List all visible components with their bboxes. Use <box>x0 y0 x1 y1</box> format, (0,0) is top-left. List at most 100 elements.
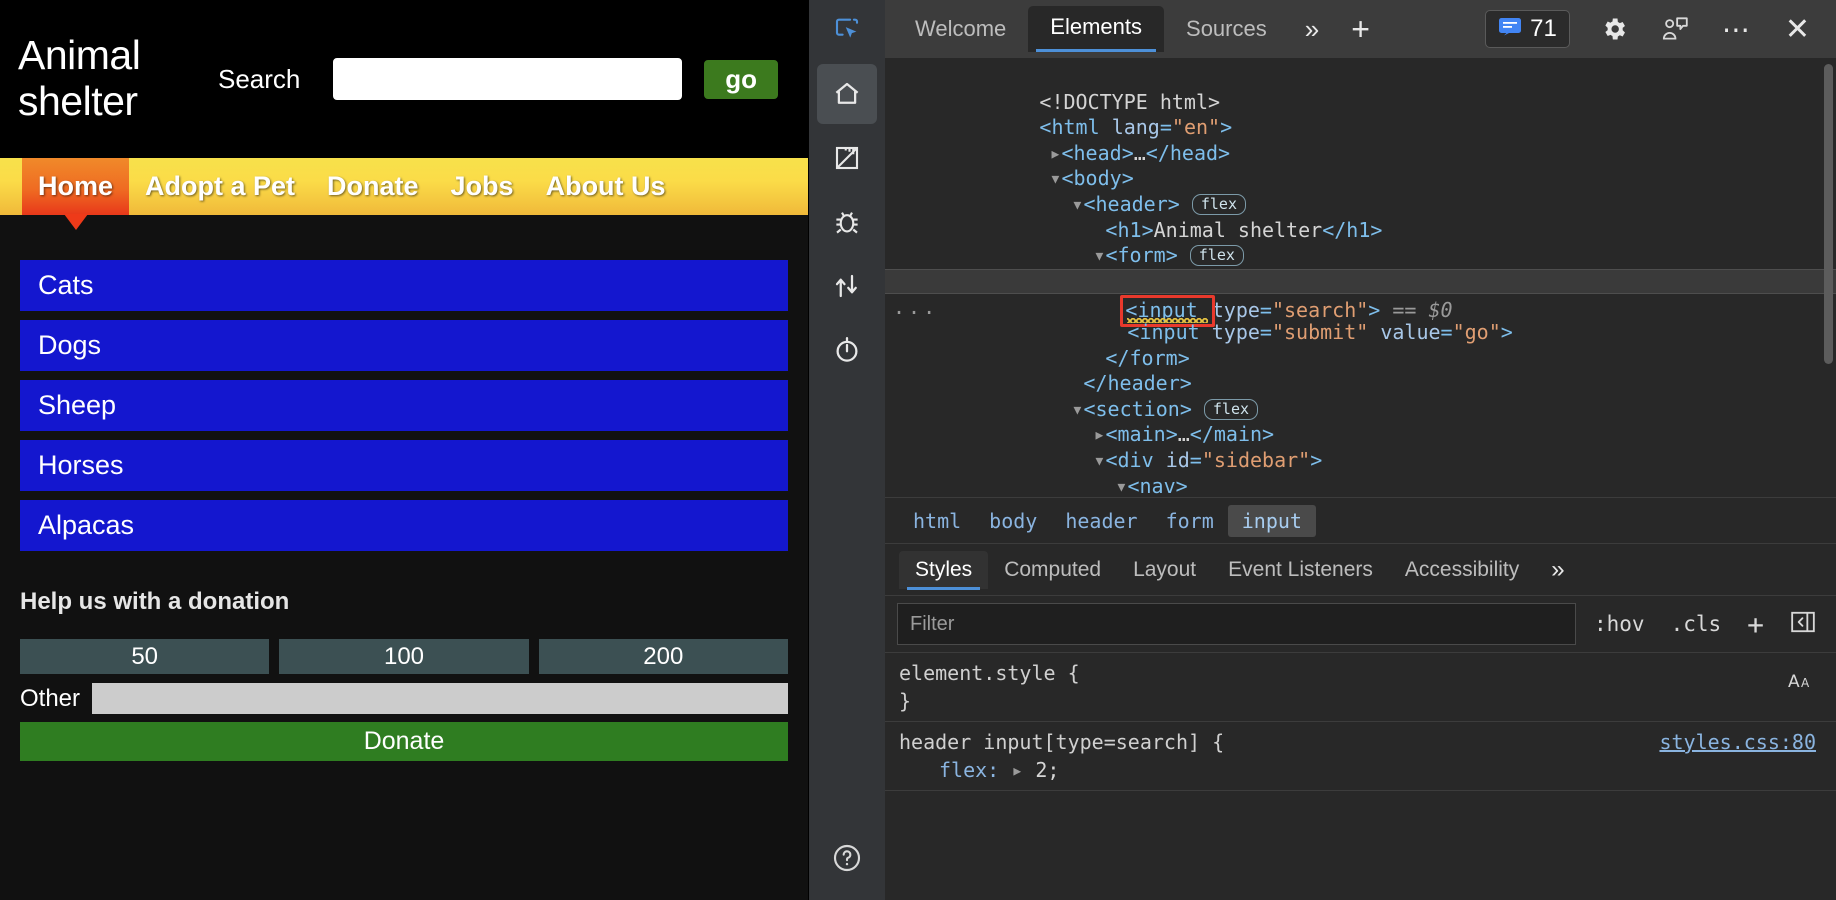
dom-line-selected[interactable]: ...<input type="search"> == $0 <box>885 269 1836 295</box>
panel-collapse-icon[interactable] <box>1782 606 1824 643</box>
css-source-link[interactable]: styles.css:80 <box>1659 728 1816 756</box>
search-label: Search <box>218 64 300 95</box>
dom-line[interactable]: <input type="submit" value="go"> <box>885 294 1836 320</box>
css-property-value[interactable]: 2; <box>1035 758 1059 782</box>
dom-line[interactable]: ▾<header> flex <box>885 166 1836 192</box>
dom-line[interactable]: ▸<ul>…</ul> <box>885 474 1836 499</box>
dom-line[interactable]: ▾<body> <box>885 141 1836 167</box>
devtools-toolbar-right: 71 ⋯ ✕ <box>1485 8 1836 51</box>
styles-pane-tab-strip: Styles Computed Layout Event Listeners A… <box>885 544 1836 596</box>
donation-amount-100[interactable]: 100 <box>279 639 528 674</box>
donation-amount-row: 50 100 200 <box>20 639 788 674</box>
tab-computed[interactable]: Computed <box>988 551 1117 589</box>
sidebar-item-dogs[interactable]: Dogs <box>20 320 788 371</box>
expand-arrow-icon[interactable]: ▸ <box>1011 758 1023 782</box>
sidebar-item-cats[interactable]: Cats <box>20 260 788 311</box>
more-vertical-icon[interactable]: ⋯ <box>1706 9 1769 50</box>
donate-button[interactable]: Donate <box>20 722 788 761</box>
devtools-toolbar: Welcome Elements Sources » + 71 <box>809 0 1836 58</box>
nav-item-about-us[interactable]: About Us <box>530 158 682 215</box>
donation-other-row: Other <box>20 683 788 714</box>
devtools-inspect-bar <box>809 0 885 58</box>
css-rule-header-input-search[interactable]: header input[type=search] { flex: ▸ 2; s… <box>885 722 1836 791</box>
tab-sources[interactable]: Sources <box>1164 8 1289 50</box>
svg-text:A: A <box>1788 672 1800 692</box>
new-style-rule-button[interactable]: + <box>1739 604 1772 645</box>
donation-heading: Help us with a donation <box>20 588 788 616</box>
css-rule-element-style[interactable]: element.style { } A A <box>885 653 1836 722</box>
sidebar-item-horses[interactable]: Horses <box>20 440 788 491</box>
issues-badge[interactable]: 71 <box>1485 10 1570 48</box>
search-form: Search <box>218 58 808 100</box>
performance-icon[interactable] <box>817 320 877 380</box>
nav-item-jobs[interactable]: Jobs <box>435 158 530 215</box>
breadcrumb-item-header[interactable]: header <box>1051 505 1151 537</box>
css-rules-pane[interactable]: element.style { } A A header input[type=… <box>885 652 1836 900</box>
dom-line[interactable]: <h1>Animal shelter</h1> <box>885 192 1836 218</box>
chevron-double-right-icon[interactable]: » <box>1289 10 1335 49</box>
bug-icon[interactable] <box>817 192 877 252</box>
devtools-body: <!DOCTYPE html> <html lang="en"> ▸<head>… <box>809 58 1836 900</box>
network-icon[interactable] <box>817 256 877 316</box>
chevron-double-right-icon[interactable]: » <box>1535 552 1580 588</box>
devtools-panel: Welcome Elements Sources » + 71 <box>808 0 1836 900</box>
dom-line[interactable]: </header> <box>885 346 1836 372</box>
donation-amount-50[interactable]: 50 <box>20 639 269 674</box>
dom-line[interactable]: ▾<nav> <box>885 448 1836 474</box>
web-page-viewport: Animal shelter Search Home Adopt a Pet D… <box>0 0 808 900</box>
breadcrumb-item-input[interactable]: input <box>1228 505 1316 537</box>
font-editor-icon[interactable]: A A <box>1788 667 1818 696</box>
search-submit-button[interactable] <box>704 60 778 99</box>
styles-filter-input[interactable] <box>897 603 1576 645</box>
svg-text:A: A <box>1801 676 1810 690</box>
dom-line[interactable]: ▾<form> flex <box>885 218 1836 244</box>
close-icon[interactable]: ✕ <box>1769 8 1826 51</box>
tab-welcome[interactable]: Welcome <box>893 8 1028 50</box>
dom-line[interactable]: ▾<div id="sidebar"> <box>885 422 1836 448</box>
plus-icon[interactable]: + <box>1335 7 1386 52</box>
nav-item-adopt-a-pet[interactable]: Adopt a Pet <box>129 158 311 215</box>
donation-section: Help us with a donation 50 100 200 Other… <box>0 588 808 761</box>
breadcrumb-item-body[interactable]: body <box>975 505 1051 537</box>
devtools-tab-strip: Welcome Elements Sources » + 71 <box>885 0 1836 58</box>
class-toggle-button[interactable]: .cls <box>1663 608 1730 640</box>
dom-line[interactable]: <label>Search</label> <box>885 243 1836 269</box>
breadcrumb-item-form[interactable]: form <box>1152 505 1228 537</box>
sidebar-item-alpacas[interactable]: Alpacas <box>20 500 788 551</box>
css-property-name[interactable]: flex: <box>939 758 999 782</box>
dom-line[interactable]: ▾<section> flex <box>885 371 1836 397</box>
dom-tree[interactable]: <!DOCTYPE html> <html lang="en"> ▸<head>… <box>885 58 1836 498</box>
tab-layout[interactable]: Layout <box>1117 551 1212 589</box>
hover-state-button[interactable]: :hov <box>1586 608 1653 640</box>
css-declaration[interactable]: flex: ▸ 2; <box>899 756 1836 784</box>
dom-line[interactable]: </form> <box>885 320 1836 346</box>
dom-tree-scrollbar[interactable] <box>1824 64 1833 364</box>
feedback-icon[interactable] <box>1644 11 1706 47</box>
page-title: Animal shelter <box>18 33 218 125</box>
tab-elements[interactable]: Elements <box>1028 6 1164 52</box>
nav-item-home[interactable]: Home <box>22 158 129 215</box>
nav-item-donate[interactable]: Donate <box>311 158 435 215</box>
dom-line[interactable]: ▸<head>…</head> <box>885 115 1836 141</box>
dom-line[interactable]: ▸<main>…</main> <box>885 397 1836 423</box>
css-rule-close-brace: } <box>899 687 1836 715</box>
donation-amount-200[interactable]: 200 <box>539 639 788 674</box>
sidebar-item-sheep[interactable]: Sheep <box>20 380 788 431</box>
donation-other-input[interactable] <box>92 683 788 714</box>
dom-line[interactable]: <html lang="en"> <box>885 90 1836 116</box>
css-selector[interactable]: element.style { <box>899 659 1836 687</box>
gear-icon[interactable] <box>1584 11 1644 47</box>
tab-event-listeners[interactable]: Event Listeners <box>1212 551 1389 589</box>
dom-line[interactable]: <!DOCTYPE html> <box>885 64 1836 90</box>
help-circle-icon[interactable] <box>817 828 877 888</box>
breadcrumb-item-html[interactable]: html <box>899 505 975 537</box>
home-icon[interactable] <box>817 64 877 124</box>
donation-other-label: Other <box>20 685 80 713</box>
inspect-element-icon[interactable] <box>809 0 885 58</box>
animal-category-list: Cats Dogs Sheep Horses Alpacas <box>0 260 808 551</box>
tab-accessibility[interactable]: Accessibility <box>1389 551 1535 589</box>
tab-styles[interactable]: Styles <box>899 551 988 589</box>
ruler-icon[interactable] <box>817 128 877 188</box>
search-input[interactable] <box>333 58 682 100</box>
main-navigation: Home Adopt a Pet Donate Jobs About Us <box>0 158 808 215</box>
